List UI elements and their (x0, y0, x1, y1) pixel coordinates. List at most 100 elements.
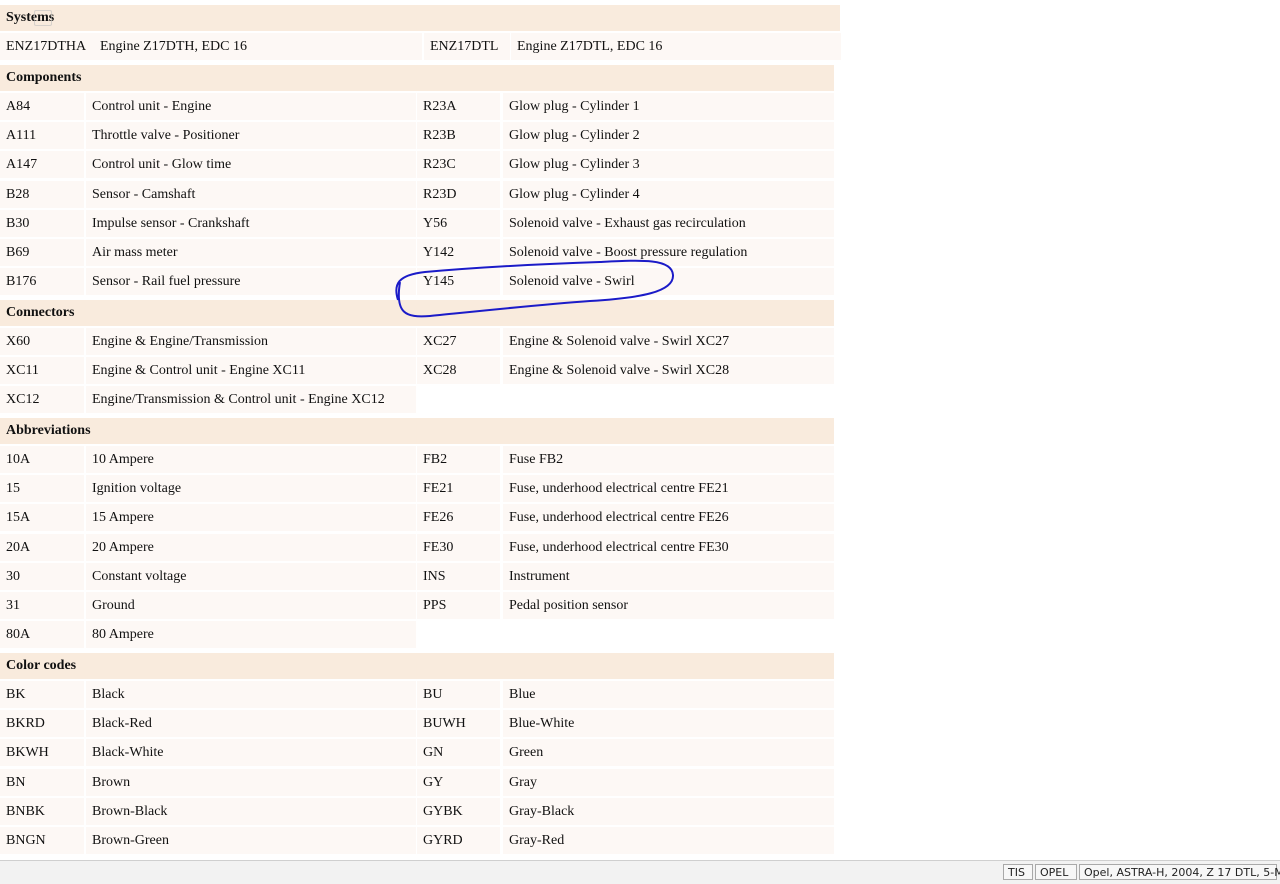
code-cell: GYBK (417, 797, 500, 825)
description-cell: Engine & Solenoid valve - Swirl XC28 (503, 357, 834, 385)
legend-document: Systems Components Connectors Abbreviati… (0, 0, 1280, 860)
description-cell: 10 Ampere (86, 446, 416, 473)
description-cell: Glow plug - Cylinder 3 (503, 151, 834, 179)
table-row: 15A 15 Ampere FE26 Fuse, underhood electric… (0, 504, 840, 532)
code-cell: R23B (417, 122, 500, 150)
description-cell: Sensor - Rail fuel pressure (86, 268, 416, 296)
code-cell: PPS (417, 592, 500, 619)
description-cell: Glow plug - Cylinder 2 (503, 122, 834, 150)
description-cell: Gray-Red (503, 827, 834, 854)
description-cell: 15 Ampere (86, 504, 416, 532)
table-row: BKRD Black-Red BUWH Blue-White (0, 710, 840, 738)
description-cell: Fuse, underhood electrical centre FE21 (503, 475, 834, 503)
description-cell: Blue-White (503, 710, 834, 738)
code-cell: 80A (0, 621, 84, 649)
status-segment-brand: OPEL (1035, 864, 1077, 880)
description-cell: Control unit - Glow time (86, 151, 416, 179)
code-cell: FE21 (417, 475, 500, 503)
description-cell: Pedal position sensor (503, 592, 834, 619)
status-segment-app: TIS (1003, 864, 1033, 880)
table-row: A84 Control unit - Engine R23A Glow plug - … (0, 93, 840, 120)
description-cell: Fuse FB2 (503, 446, 834, 473)
code-cell: FE30 (417, 533, 500, 561)
description-cell: Gray-Black (503, 797, 834, 825)
code-cell: X60 (0, 328, 84, 355)
table-row: X60 Engine & Engine/Transmission XC27 Engin… (0, 328, 840, 355)
description-cell: Impulse sensor - Crankshaft (86, 209, 416, 237)
description-cell: 20 Ampere (86, 533, 416, 561)
table-row: B176 Sensor - Rail fuel pressure Y145 Solen… (0, 268, 840, 296)
table-row: B28 Sensor - Camshaft R23D Glow plug - Cyli… (0, 180, 840, 208)
section-header-connectors: Connectors (0, 300, 834, 326)
description-cell: Solenoid valve - Swirl (503, 268, 834, 296)
description-cell: Engine/Transmission & Control unit - Eng… (86, 386, 416, 414)
code-cell: GYRD (417, 827, 500, 854)
code-cell: FE26 (417, 504, 500, 532)
table-row: BKWH Black-White GN Green (0, 739, 840, 767)
code-cell: 20A (0, 533, 84, 561)
code-cell: BU (417, 681, 500, 708)
code-cell: A111 (0, 122, 84, 150)
code-cell: XC11 (0, 357, 84, 385)
table-row: XC12 Engine/Transmission & Control unit -… (0, 386, 840, 414)
description-cell: Engine & Solenoid valve - Swirl XC27 (503, 328, 834, 355)
code-cell: B28 (0, 180, 84, 208)
code-cell: B176 (0, 268, 84, 296)
code-cell: INS (417, 562, 500, 590)
description-cell: Control unit - Engine (86, 93, 416, 120)
description-cell: Throttle valve - Positioner (86, 122, 416, 150)
description-cell: Black-White (86, 739, 416, 767)
description-cell: Glow plug - Cylinder 1 (503, 93, 834, 120)
code-cell: XC12 (0, 386, 84, 414)
description-cell: Instrument (503, 562, 834, 590)
table-row: BN Brown GY Gray (0, 768, 840, 796)
table-row: XC11 Engine & Control unit - Engine XC11 X… (0, 357, 840, 385)
description-cell: Black-Red (86, 710, 416, 738)
description-cell: Green (503, 739, 834, 767)
section-header-color-codes: Color codes (0, 653, 834, 679)
table-row: B69 Air mass meter Y142 Solenoid valve - Bo… (0, 239, 840, 266)
code-cell: 15A (0, 504, 84, 532)
description-cell: Gray (503, 768, 834, 796)
table-row: A111 Throttle valve - Positioner R23B Glow … (0, 122, 840, 150)
description-cell: Fuse, underhood electrical centre FE30 (503, 533, 834, 561)
code-cell: BUWH (417, 710, 500, 738)
code-cell: XC27 (417, 328, 500, 355)
code-cell: GY (417, 768, 500, 796)
code-cell: BK (0, 681, 84, 708)
code-cell: BKWH (0, 739, 84, 767)
code-cell: ENZ17DTHA (0, 33, 94, 60)
code-cell: R23A (417, 93, 500, 120)
description-cell: Engine & Control unit - Engine XC11 (86, 357, 416, 385)
code-cell: 10A (0, 446, 84, 473)
code-cell: Y145 (417, 268, 500, 296)
code-cell: GN (417, 739, 500, 767)
table-row: 15 Ignition voltage FE21 Fuse, underhood el… (0, 475, 840, 503)
code-cell: BN (0, 768, 84, 796)
code-cell: BKRD (0, 710, 84, 738)
code-cell: 31 (0, 592, 84, 619)
table-row: B30 Impulse sensor - Crankshaft Y56 Solenoi… (0, 209, 840, 237)
description-cell: Sensor - Camshaft (86, 180, 416, 208)
description-cell: Constant voltage (86, 562, 416, 590)
code-cell: A147 (0, 151, 84, 179)
table-row: 31 Ground PPS Pedal position sensor (0, 592, 840, 619)
section-header-components: Components (0, 65, 834, 91)
table-row: 10A 10 Ampere FB2 Fuse FB2 (0, 446, 840, 473)
code-cell: A84 (0, 93, 84, 120)
description-cell: Brown-Black (86, 797, 416, 825)
description-cell: Engine & Engine/Transmission (86, 328, 416, 355)
section-header-systems: Systems (0, 5, 840, 31)
code-cell: 30 (0, 562, 84, 590)
description-cell: Blue (503, 681, 834, 708)
description-cell: Brown-Green (86, 827, 416, 854)
description-cell: Ground (86, 592, 416, 619)
description-cell: 80 Ampere (86, 621, 416, 649)
table-row: BK Black BU Blue (0, 681, 840, 708)
code-cell: ENZ17DTL (424, 33, 510, 60)
table-row: 20A 20 Ampere FE30 Fuse, underhood electric… (0, 533, 840, 561)
table-row: BNBK Brown-Black GYBK Gray-Black (0, 797, 840, 825)
table-row: 30 Constant voltage INS Instrument (0, 562, 840, 590)
code-cell: 15 (0, 475, 84, 503)
code-cell: R23D (417, 180, 500, 208)
